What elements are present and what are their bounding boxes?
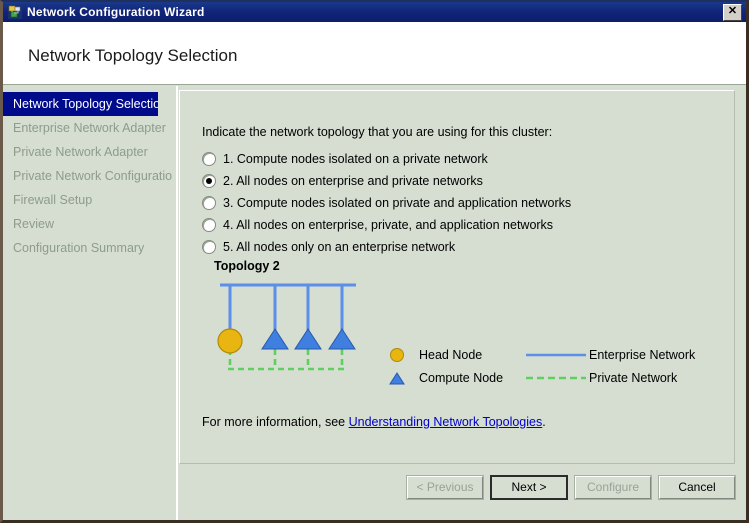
diagram-legend: Head Node Compute Node Enterprise Networ… xyxy=(375,343,725,389)
topology-option-1[interactable]: 1. Compute nodes isolated on a private n… xyxy=(202,148,722,170)
wizard-window: Network Configuration Wizard ✕ Network T… xyxy=(0,0,749,523)
legend-item: Enterprise Network xyxy=(523,343,695,366)
page-title: Network Topology Selection xyxy=(28,46,238,65)
legend-label: Private Network xyxy=(589,370,678,385)
topology-option-5[interactable]: 5. All nodes only on an enterprise netwo… xyxy=(202,236,722,258)
legend-item: Head Node xyxy=(375,343,503,366)
topology-option-label: 2. All nodes on enterprise and private n… xyxy=(223,174,483,188)
topology-option-label: 1. Compute nodes isolated on a private n… xyxy=(223,152,488,166)
topology-diagram-svg xyxy=(217,283,356,371)
dashed-green-line-icon xyxy=(523,374,589,382)
radio-button-icon[interactable] xyxy=(202,240,216,254)
sidebar-item[interactable]: Network Topology Selection xyxy=(3,92,158,116)
sidebar-item[interactable]: Private Network Adapter xyxy=(3,140,172,164)
window-title: Network Configuration Wizard xyxy=(27,5,205,19)
close-icon[interactable]: ✕ xyxy=(723,3,742,21)
topology-option-label: 5. All nodes only on an enterprise netwo… xyxy=(223,240,456,254)
wizard-steps-sidebar: Network Topology Selection Enterprise Net… xyxy=(3,86,172,520)
more-info-suffix: . xyxy=(542,415,546,429)
sidebar-item[interactable]: Enterprise Network Adapter xyxy=(3,116,172,140)
understanding-network-topologies-link[interactable]: Understanding Network Topologies xyxy=(349,415,543,429)
topology-option-label: 4. All nodes on enterprise, private, and… xyxy=(223,218,554,232)
legend-label: Compute Node xyxy=(419,370,504,385)
legend-label: Enterprise Network xyxy=(589,347,696,362)
radio-button-icon[interactable] xyxy=(202,152,216,166)
next-button[interactable]: Next > xyxy=(490,474,568,500)
topology-option-3[interactable]: 3. Compute nodes isolated on private and… xyxy=(202,192,722,214)
network-wizard-icon xyxy=(7,4,23,20)
sidebar-item[interactable]: Review xyxy=(3,212,172,236)
instruction-text: Indicate the network topology that you a… xyxy=(202,125,553,139)
cancel-button[interactable]: Cancel xyxy=(659,475,735,499)
wizard-button-bar: < Previous Next > Configure Cancel xyxy=(179,474,735,500)
topology-diagram-title: Topology 2 xyxy=(214,259,280,273)
previous-button: < Previous xyxy=(407,475,483,499)
topology-option-label: 3. Compute nodes isolated on private and… xyxy=(223,196,572,210)
legend-item: Private Network xyxy=(523,366,695,389)
topology-option-2[interactable]: 2. All nodes on enterprise and private n… xyxy=(202,170,722,192)
title-bar: Network Configuration Wizard ✕ xyxy=(3,2,746,22)
radio-button-icon[interactable] xyxy=(202,218,216,232)
topology-option-4[interactable]: 4. All nodes on enterprise, private, and… xyxy=(202,214,722,236)
sidebar-item[interactable]: Configuration Summary xyxy=(3,236,172,260)
legend-nodes-column: Head Node Compute Node xyxy=(375,343,503,389)
legend-item: Compute Node xyxy=(375,366,503,389)
compute-node-triangle-icon xyxy=(375,370,419,386)
sidebar-item[interactable]: Private Network Configuration xyxy=(3,164,172,188)
head-node-circle-icon xyxy=(375,347,419,363)
solid-blue-line-icon xyxy=(523,351,589,359)
content-panel: Indicate the network topology that you a… xyxy=(179,90,735,464)
configure-button: Configure xyxy=(575,475,651,499)
topology-option-group: 1. Compute nodes isolated on a private n… xyxy=(202,148,722,258)
sidebar-divider xyxy=(176,86,178,520)
legend-label: Head Node xyxy=(419,347,483,362)
more-information-text: For more information, see Understanding … xyxy=(202,415,546,429)
page-header: Network Topology Selection xyxy=(3,22,746,85)
sidebar-item[interactable]: Firewall Setup xyxy=(3,188,172,212)
legend-networks-column: Enterprise Network Private Network xyxy=(523,343,695,389)
radio-button-icon[interactable] xyxy=(202,174,216,188)
more-info-prefix: For more information, see xyxy=(202,415,349,429)
radio-button-icon[interactable] xyxy=(202,196,216,210)
